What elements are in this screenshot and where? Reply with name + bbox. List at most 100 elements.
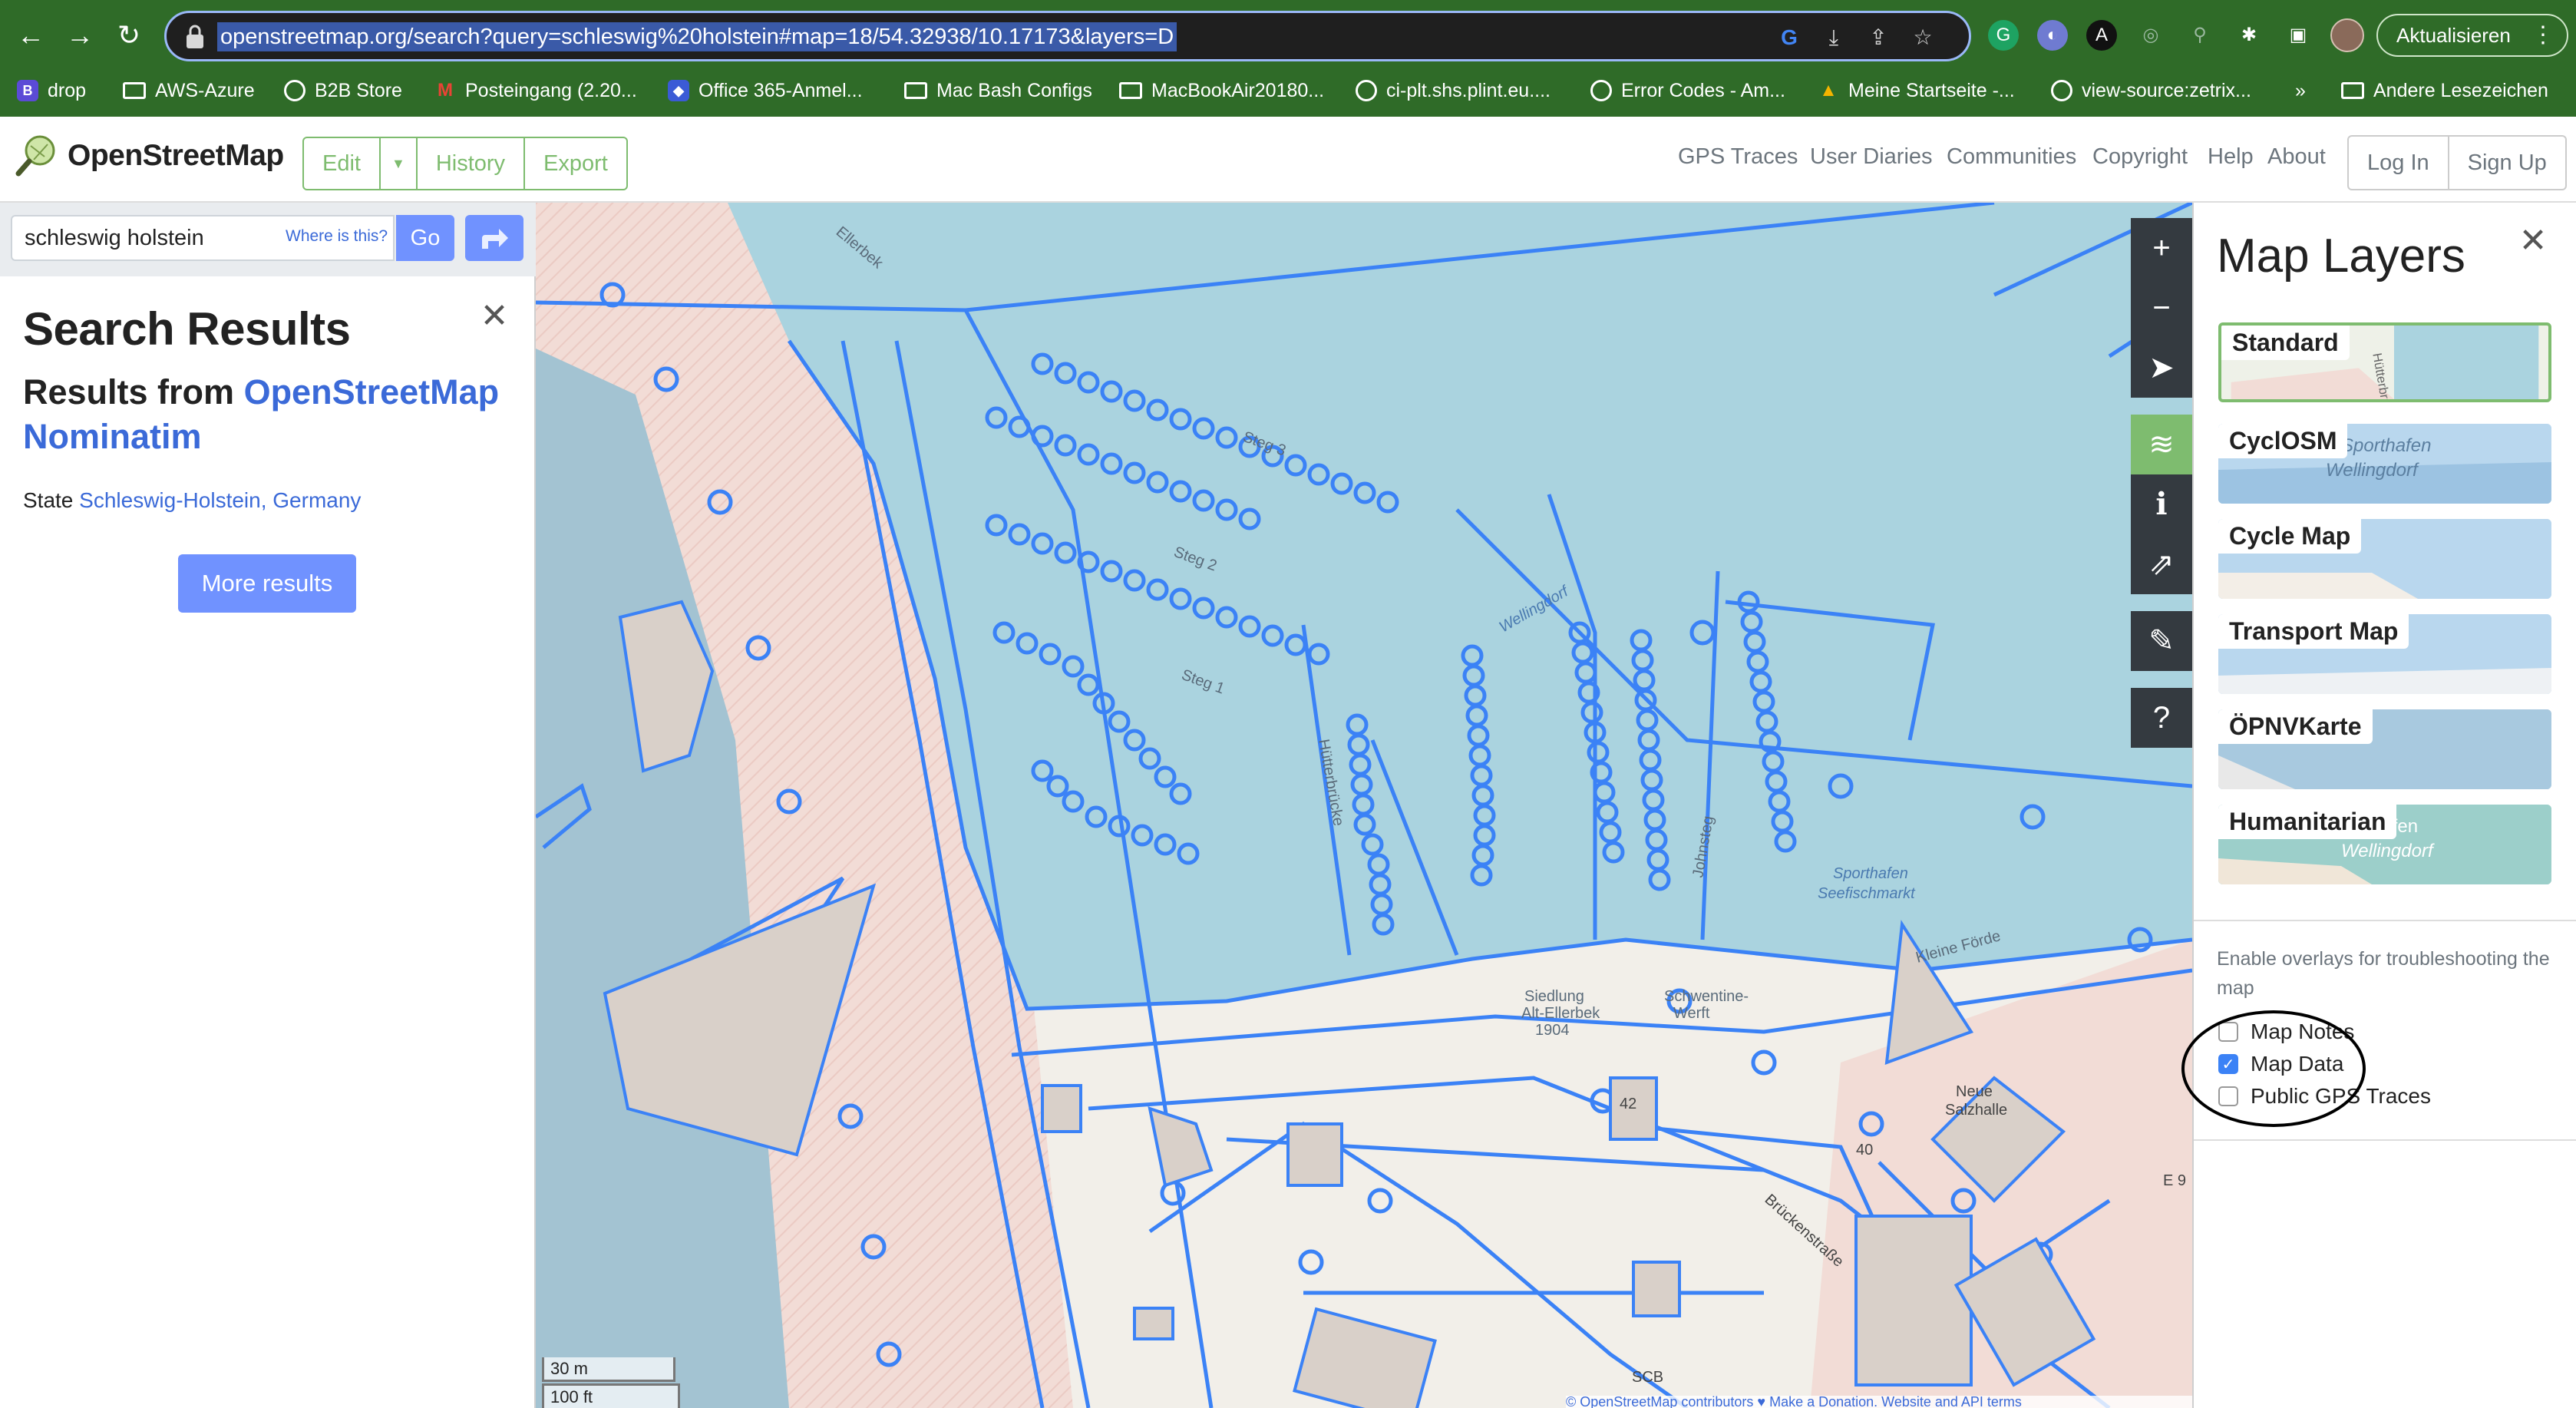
map-label: 1904	[1535, 1022, 1570, 1039]
nav-copyright[interactable]: Copyright	[2092, 144, 2188, 170]
results-source: Results from OpenStreetMap Nominatim	[23, 370, 514, 459]
bookmark-item[interactable]: M Posteingang (2.20...	[434, 75, 637, 106]
map-label: Sporthafen	[1833, 865, 1908, 882]
more-results-button[interactable]: More results	[178, 554, 356, 613]
nav-gps-traces[interactable]: GPS Traces	[1678, 144, 1798, 170]
layer-label: Standard	[2221, 326, 2350, 360]
attribution[interactable]: © OpenStreetMap contributors ♥ Make a Do…	[1566, 1396, 2192, 1408]
share-map-icon[interactable]: ⇗	[2131, 534, 2192, 594]
url-text[interactable]: openstreetmap.org/search?query=schleswig…	[217, 22, 1177, 51]
location-pin-icon[interactable]: ⚲	[2185, 20, 2215, 51]
where-is-this-link[interactable]: Where is this?	[286, 227, 388, 246]
bookmark-item[interactable]: Bdrop	[17, 75, 86, 106]
nav-communities[interactable]: Communities	[1947, 144, 2076, 170]
extension-a-icon[interactable]: A	[2086, 20, 2117, 51]
gmail-icon: M	[438, 80, 453, 101]
result-type: State	[23, 488, 80, 512]
back-icon[interactable]: ←	[12, 17, 49, 54]
map-label: SCB	[1632, 1369, 1663, 1386]
folder-icon	[2341, 82, 2364, 99]
bookmark-label: drop	[48, 80, 87, 101]
bookmark-item[interactable]: view-source:zetrix...	[2051, 75, 2251, 106]
nav-user-diaries[interactable]: User Diaries	[1810, 144, 1933, 170]
bookmark-item[interactable]: Mac Bash Configs	[904, 75, 1092, 106]
layers-title: Map Layers	[2217, 230, 2465, 283]
layer-cycle-map[interactable]: Cycle Map	[2218, 519, 2551, 599]
folder-icon	[1119, 82, 1142, 99]
caret-down-icon[interactable]: ▼	[381, 138, 418, 189]
globe-icon	[1590, 80, 1612, 101]
avatar[interactable]	[2330, 18, 2364, 52]
search-bar: schleswig holstein Where is this? Go	[0, 203, 536, 276]
directions-icon	[482, 229, 508, 249]
extensions-puzzle-icon[interactable]: ✱	[2234, 20, 2264, 51]
result-link[interactable]: Schleswig-Holstein, Germany	[79, 488, 361, 512]
magnifier-map-icon	[15, 135, 55, 177]
nav-about[interactable]: About	[2267, 144, 2326, 170]
sidebar: schleswig holstein Where is this? Go Sea…	[0, 203, 536, 1408]
map-label: Werft	[1673, 1005, 1710, 1022]
history-button[interactable]: History	[418, 138, 526, 189]
bookmark-star-icon[interactable]: ☆	[1909, 24, 1937, 51]
update-button[interactable]: Aktualisieren ⋮	[2376, 14, 2568, 57]
map-label: Seefischmarkt	[1818, 885, 1916, 902]
directions-button[interactable]	[465, 215, 523, 261]
layer-oepnv[interactable]: ÖPNVKarte	[2218, 709, 2551, 789]
reload-icon[interactable]: ↻	[111, 17, 147, 54]
zoom-out-icon[interactable]: −	[2131, 278, 2192, 338]
layer-transport[interactable]: Transport Map	[2218, 614, 2551, 694]
scale-bar: 30 m 100 ft	[542, 1357, 680, 1408]
bookmark-item[interactable]: ◆ Office 365-Anmel...	[668, 75, 863, 106]
map-label: E 9	[2163, 1172, 2186, 1189]
bookmark-item[interactable]: B2B Store	[284, 75, 402, 106]
login-button[interactable]: Log In	[2349, 137, 2449, 189]
map-view[interactable]: Steg 3 Steg 2 Steg 1 Wellingdorf Sportha…	[536, 203, 2192, 1408]
google-icon[interactable]: G	[1775, 24, 1803, 51]
signup-button[interactable]: Sign Up	[2449, 137, 2565, 189]
go-button[interactable]: Go	[396, 215, 454, 261]
install-icon[interactable]: ⤓	[1820, 24, 1848, 51]
layer-cyclosm[interactable]: Sporthafen Wellingdorf CyclOSM	[2218, 424, 2551, 504]
map-label: Alt-Ellerbek	[1521, 1005, 1600, 1022]
results-title: Search Results	[23, 303, 351, 355]
map-canvas[interactable]: Steg 3 Steg 2 Steg 1 Wellingdorf Sportha…	[536, 203, 2192, 1408]
bookmark-label: B2B Store	[315, 80, 402, 101]
bookmark-label: MacBookAir20180...	[1151, 80, 1325, 101]
bookmark-item[interactable]: ▲ Meine Startseite -...	[1818, 75, 2015, 106]
zoom-in-icon[interactable]: +	[2131, 218, 2192, 278]
layer-label: Transport Map	[2218, 614, 2409, 649]
nav-help[interactable]: Help	[2208, 144, 2254, 170]
bookmark-item[interactable]: Andere Lesezeichen	[2341, 75, 2548, 106]
osm-logo[interactable]: OpenStreetMap	[14, 134, 284, 178]
close-icon[interactable]: ✕	[2516, 224, 2550, 258]
scale-metric: 30 m	[542, 1357, 675, 1382]
address-bar[interactable]: openstreetmap.org/search?query=schleswig…	[164, 11, 1971, 61]
edit-button[interactable]: Edit	[304, 138, 381, 189]
brand-name: OpenStreetMap	[68, 139, 284, 172]
layer-label: Cycle Map	[2218, 519, 2362, 554]
bookmark-item[interactable]: ci-plt.shs.plint.eu....	[1356, 75, 1551, 106]
layer-humanitarian[interactable]: hafen Wellingdorf Humanitarian	[2218, 805, 2551, 884]
bookmark-label: Andere Lesezeichen	[2373, 80, 2548, 101]
export-button[interactable]: Export	[525, 138, 626, 189]
close-icon[interactable]: ✕	[477, 299, 511, 333]
extension-eye-icon[interactable]: ◎	[2135, 20, 2166, 51]
info-icon[interactable]: ℹ	[2131, 474, 2192, 534]
bookmark-item[interactable]: MacBookAir20180...	[1119, 75, 1324, 106]
folder-icon	[123, 82, 146, 99]
layers-icon[interactable]: ≋	[2131, 415, 2192, 474]
share-icon[interactable]: ⇪	[1864, 24, 1892, 51]
query-features-icon[interactable]: ?	[2131, 688, 2192, 748]
bookmark-item[interactable]: AWS-Azure	[123, 75, 255, 106]
extension-icon[interactable]: ◐	[2037, 20, 2068, 51]
layer-standard[interactable]: Hütterbrück Standard	[2218, 322, 2551, 402]
locate-icon[interactable]: ➤	[2131, 338, 2192, 398]
side-panel-icon[interactable]: ▣	[2283, 20, 2313, 51]
forward-icon[interactable]: →	[61, 17, 98, 54]
bookmark-label: ci-plt.shs.plint.eu....	[1386, 80, 1551, 101]
add-note-icon[interactable]: ✎	[2131, 611, 2192, 671]
bookmark-item[interactable]: Error Codes - Am...	[1590, 75, 1785, 106]
grammarly-icon[interactable]: G	[1988, 20, 2019, 51]
drive-icon: ▲	[1819, 80, 1838, 101]
bookmarks-overflow[interactable]: »	[2295, 75, 2306, 106]
